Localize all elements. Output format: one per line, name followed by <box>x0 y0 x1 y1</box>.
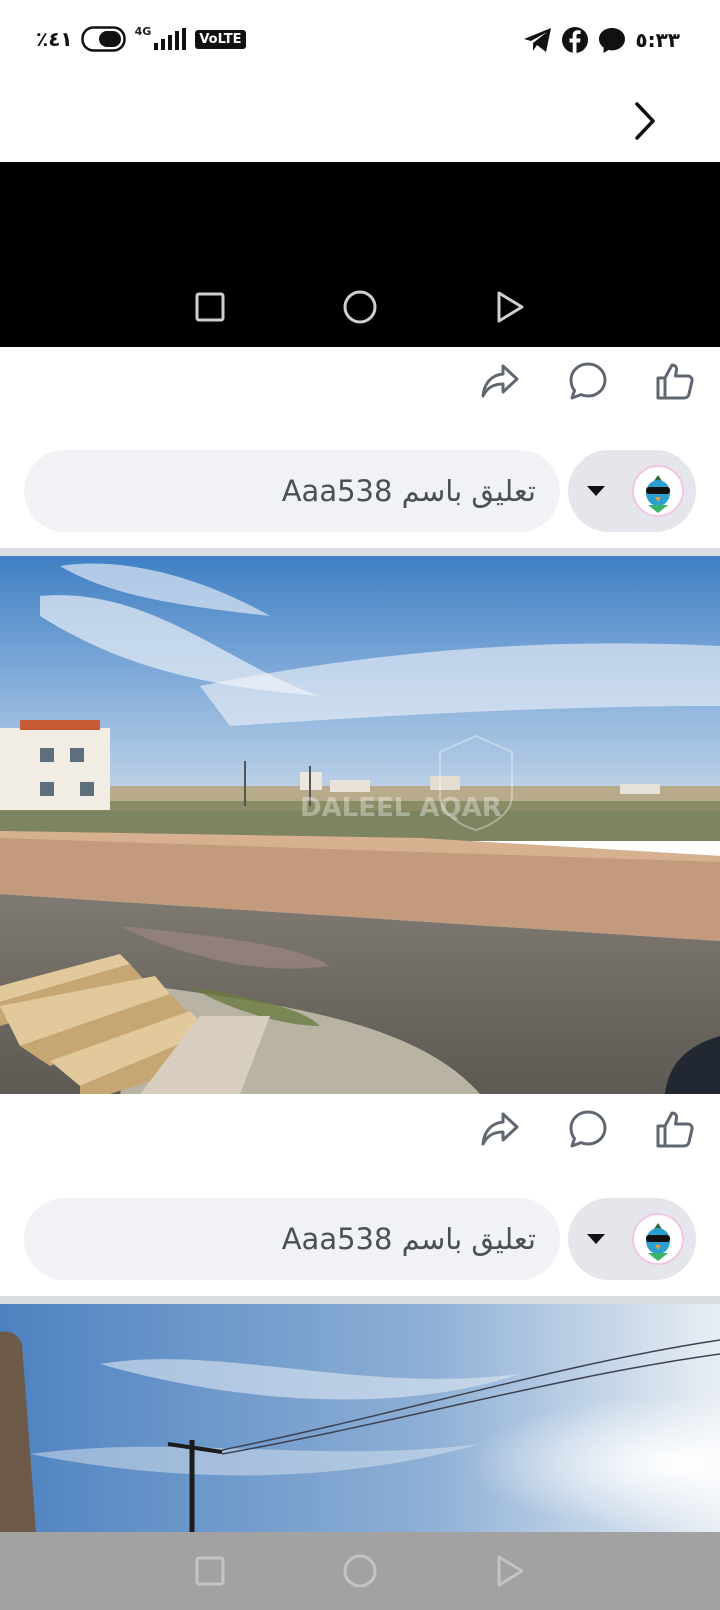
square-icon[interactable] <box>185 282 235 332</box>
post-divider <box>0 548 720 556</box>
video-nav-row <box>0 282 720 332</box>
comment-row-1: تعليق باسم Aaa538 <box>0 450 720 532</box>
status-bar: ٪٤١ 4G VoLTE ٥:٣٣ <box>0 0 720 82</box>
comment-input[interactable]: تعليق باسم Aaa538 <box>24 450 560 532</box>
comment-icon[interactable] <box>563 1104 613 1154</box>
messenger-icon <box>599 28 626 53</box>
watermark-text: DALEEL AQAR <box>300 793 502 823</box>
post-photo-2[interactable] <box>0 1304 720 1532</box>
share-icon[interactable] <box>475 1104 525 1154</box>
square-icon[interactable] <box>185 1546 235 1596</box>
system-nav-row <box>0 1546 720 1596</box>
battery-icon <box>80 26 126 52</box>
video-area[interactable] <box>0 162 720 347</box>
avatar <box>632 1213 684 1265</box>
network-type: 4G <box>134 24 152 38</box>
avatar <box>632 465 684 517</box>
like-icon[interactable] <box>650 1104 700 1154</box>
identity-switcher[interactable] <box>568 450 696 532</box>
status-left: ٪٤١ 4G VoLTE <box>36 24 246 52</box>
landscape-photo: DALEEL AQAR <box>0 556 720 1094</box>
sky-photo <box>0 1304 720 1532</box>
facebook-icon <box>562 27 589 53</box>
play-icon[interactable] <box>485 1546 535 1596</box>
comment-placeholder: تعليق باسم Aaa538 <box>281 1222 536 1256</box>
caret-down-icon <box>587 1234 605 1244</box>
circle-icon[interactable] <box>335 282 385 332</box>
post-actions-1 <box>0 356 720 426</box>
identity-switcher[interactable] <box>568 1198 696 1280</box>
chevron-right-icon[interactable] <box>622 98 668 144</box>
top-bar <box>0 82 720 162</box>
circle-icon[interactable] <box>335 1546 385 1596</box>
telegram-icon <box>524 28 552 52</box>
share-icon[interactable] <box>475 356 525 406</box>
volte-badge: VoLTE <box>195 29 246 49</box>
status-right: ٥:٣٣ <box>523 26 680 54</box>
battery-percent: ٪٤١ <box>36 27 73 51</box>
system-nav-bar <box>0 1532 720 1610</box>
comment-input[interactable]: تعليق باسم Aaa538 <box>24 1198 560 1280</box>
comment-row-2: تعليق باسم Aaa538 <box>0 1198 720 1280</box>
comment-placeholder: تعليق باسم Aaa538 <box>281 474 536 508</box>
clock: ٥:٣٣ <box>635 28 680 52</box>
like-icon[interactable] <box>650 356 700 406</box>
post-photo-1[interactable]: DALEEL AQAR <box>0 556 720 1094</box>
play-icon[interactable] <box>485 282 535 332</box>
post-divider <box>0 1296 720 1304</box>
comment-icon[interactable] <box>563 356 613 406</box>
caret-down-icon <box>587 486 605 496</box>
post-actions-2 <box>0 1104 720 1174</box>
signal-icon <box>154 28 187 50</box>
